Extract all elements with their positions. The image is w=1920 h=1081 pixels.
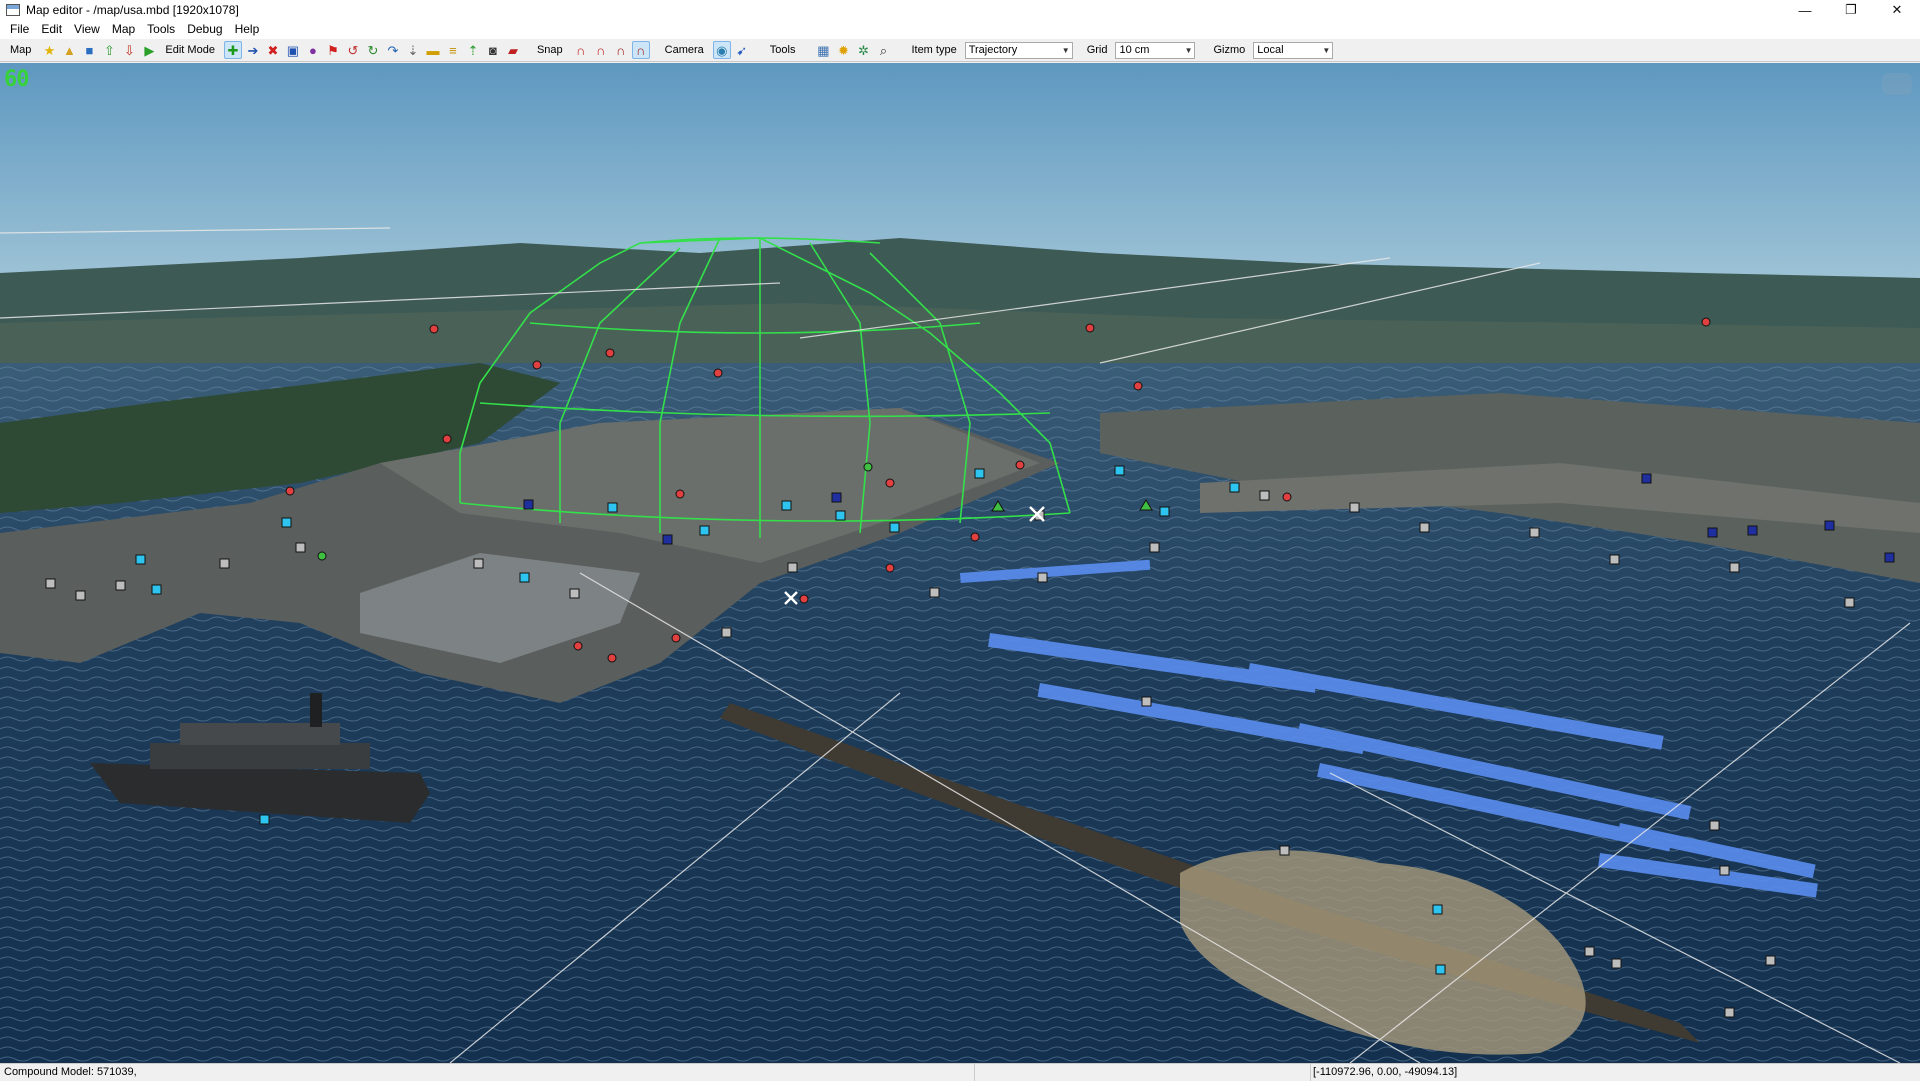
- download-icon[interactable]: ⇩: [120, 41, 138, 59]
- move-up-icon[interactable]: ⇡: [464, 41, 482, 59]
- magnet-point-icon[interactable]: ∩: [592, 41, 610, 59]
- sun-icon[interactable]: ✹: [834, 41, 852, 59]
- search-icon[interactable]: ⌕: [874, 41, 892, 59]
- gizmo-value: Local: [1257, 44, 1284, 56]
- camera-label: Camera: [664, 44, 704, 56]
- gizmo-label: Gizmo: [1213, 44, 1246, 56]
- help-icon[interactable]: ●: [304, 41, 322, 59]
- snap-tools-group: ∩ ∩ ∩ ∩: [571, 41, 651, 59]
- menu-map[interactable]: Map: [106, 20, 141, 39]
- minimize-button[interactable]: —: [1782, 0, 1828, 20]
- gizmo-select[interactable]: Local ▼: [1253, 41, 1334, 59]
- chevron-down-icon: ▼: [1322, 45, 1331, 55]
- viewport-overlay-button[interactable]: [1882, 73, 1912, 95]
- save-icon[interactable]: ■: [80, 41, 98, 59]
- menu-debug[interactable]: Debug: [181, 20, 228, 39]
- open-folder-icon[interactable]: ▲: [60, 41, 78, 59]
- gear-icon[interactable]: ✲: [854, 41, 872, 59]
- close-button[interactable]: ✕: [1874, 0, 1920, 20]
- flag-icon[interactable]: ⚑: [324, 41, 342, 59]
- edit-tools-group: ✚ ➔ ✖ ▣ ● ⚑ ↺ ↻ ↷ ⇣ ▬ ≡ ⇡ ◙ ▰: [223, 41, 523, 59]
- camera-fly-icon[interactable]: ➹: [733, 41, 751, 59]
- maximize-button[interactable]: ❐: [1828, 0, 1874, 20]
- rotate-icon[interactable]: ↺: [344, 41, 362, 59]
- move-down-icon[interactable]: ⇣: [404, 41, 422, 59]
- grid-select[interactable]: 10 cm ▼: [1115, 41, 1196, 59]
- map-viewport[interactable]: 60: [0, 63, 1920, 1063]
- camera-tools-group: ◉ ➹: [712, 41, 752, 59]
- camera-orbit-icon[interactable]: ◉: [712, 41, 731, 59]
- cursor-coordinates: [-110972.96, 0.00, -49094.13]: [1313, 1066, 1458, 1078]
- fps-counter: 60: [4, 67, 29, 92]
- window-controls: — ❐ ✕: [1782, 0, 1920, 20]
- window-title: Map editor - /map/usa.mbd [1920x1078]: [26, 3, 239, 17]
- layers-icon[interactable]: ▦: [814, 41, 832, 59]
- align-icon[interactable]: ≡: [444, 41, 462, 59]
- upload-icon[interactable]: ⇧: [100, 41, 118, 59]
- item-type-label: Item type: [911, 44, 957, 56]
- arrow-right-icon[interactable]: ➔: [244, 41, 262, 59]
- map-tools-group: ★ ▲ ■ ⇧ ⇩ ▶: [39, 41, 159, 59]
- chevron-down-icon: ▼: [1184, 45, 1193, 55]
- menu-edit[interactable]: Edit: [35, 20, 68, 39]
- chevron-down-icon: ▼: [1061, 45, 1070, 55]
- menu-help[interactable]: Help: [229, 20, 266, 39]
- play-icon[interactable]: ▶: [140, 41, 158, 59]
- add-icon[interactable]: ✚: [223, 41, 242, 59]
- status-bar: Compound Model: 571039, [-110972.96, 0.0…: [0, 1063, 1920, 1081]
- magnet-edge-icon[interactable]: ∩: [612, 41, 630, 59]
- properties-icon[interactable]: ▣: [284, 41, 302, 59]
- truck-icon[interactable]: ▰: [504, 41, 522, 59]
- redo-icon[interactable]: ↷: [384, 41, 402, 59]
- menu-bar: File Edit View Map Tools Debug Help: [0, 20, 1920, 39]
- star-icon[interactable]: ★: [40, 41, 58, 59]
- status-spacer: [975, 1064, 1311, 1081]
- menu-view[interactable]: View: [68, 20, 106, 39]
- magnet-grid-icon[interactable]: ∩: [631, 41, 650, 59]
- menu-tools[interactable]: Tools: [141, 20, 181, 39]
- magnet-icon[interactable]: ∩: [572, 41, 590, 59]
- delete-icon[interactable]: ✖: [264, 41, 282, 59]
- misc-tools-group: ▦ ✹ ✲ ⌕: [813, 41, 893, 59]
- level-icon[interactable]: ▬: [424, 41, 442, 59]
- main-toolbar: Map ★ ▲ ■ ⇧ ⇩ ▶ Edit Mode ✚ ➔ ✖ ▣ ● ⚑ ↺ ↻ ↷ ⇣ ▬ ≡ ⇡ ◙ ▰ Sna…: [0, 39, 1920, 62]
- menu-file[interactable]: File: [4, 20, 35, 39]
- selection-status: Compound Model: 571039,: [0, 1064, 975, 1081]
- item-type-value: Trajectory: [968, 44, 1018, 56]
- tools-label: Tools: [769, 44, 796, 56]
- item-type-select[interactable]: Trajectory ▼: [964, 41, 1073, 59]
- scene-render: [0, 227, 1920, 1063]
- grid-label: Grid: [1086, 44, 1108, 56]
- map-toolbar-label: Map: [10, 44, 32, 56]
- title-bar: Map editor - /map/usa.mbd [1920x1078] — …: [0, 0, 1920, 20]
- edit-mode-label: Edit Mode: [165, 44, 215, 56]
- grid-value: 10 cm: [1119, 44, 1150, 56]
- refresh-icon[interactable]: ↻: [364, 41, 382, 59]
- snap-label: Snap: [536, 44, 563, 56]
- film-icon[interactable]: ◙: [484, 41, 502, 59]
- app-icon: [6, 4, 20, 16]
